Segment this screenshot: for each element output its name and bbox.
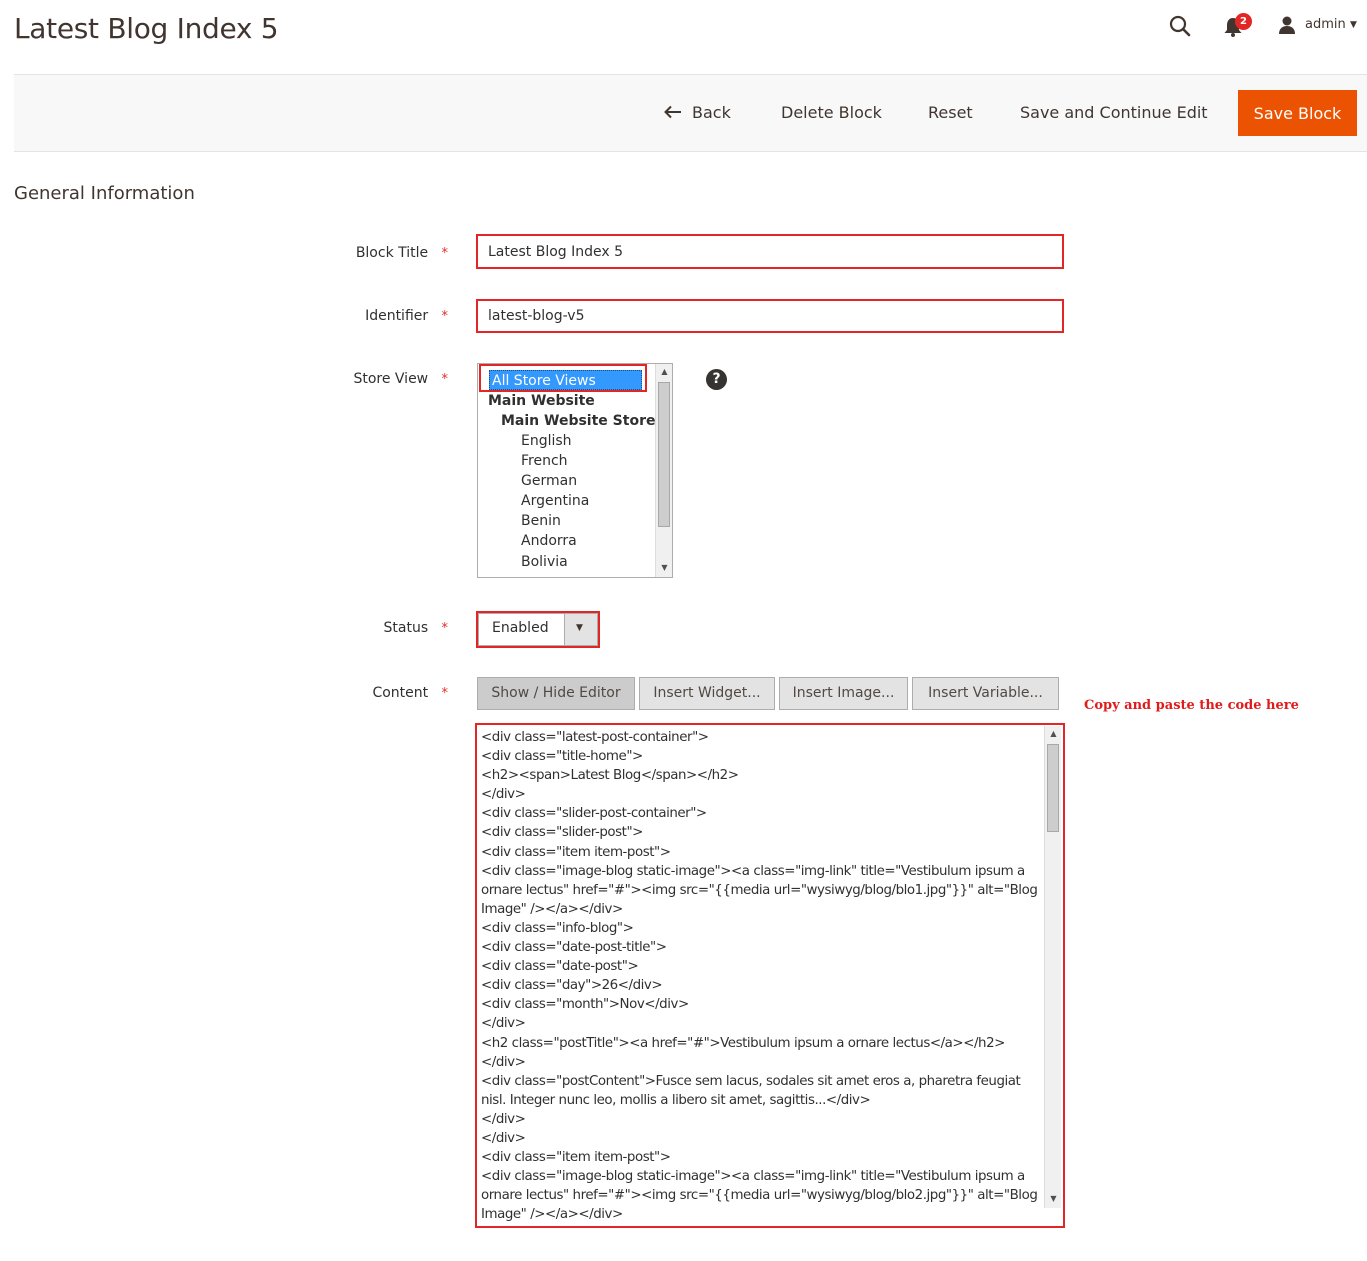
scroll-down-icon[interactable]: ▼ xyxy=(656,561,672,575)
code-line: <div class="item item-post"> xyxy=(481,1150,671,1166)
scroll-up-icon[interactable]: ▲ xyxy=(1045,727,1062,741)
block-title-label-text: Block Title xyxy=(355,245,429,261)
search-icon[interactable] xyxy=(1168,14,1192,38)
store-view-label: Store View * xyxy=(248,371,448,387)
code-line: <div class="day">26</div> xyxy=(481,978,663,994)
code-line: </div> xyxy=(481,1016,526,1032)
required-marker: * xyxy=(441,246,449,261)
required-marker: * xyxy=(441,621,449,636)
code-line: <h2><span>Latest Blog</span></h2> xyxy=(481,768,739,784)
store-option-english[interactable]: English xyxy=(521,431,572,451)
insert-variable-button[interactable]: Insert Variable... xyxy=(912,677,1059,710)
required-marker: * xyxy=(441,372,449,387)
scroll-thumb[interactable] xyxy=(1047,744,1059,832)
code-line: <div class="item item-post"> xyxy=(481,844,671,860)
store-option-main-website-store[interactable]: Main Website Store xyxy=(501,411,655,431)
store-option-andorra[interactable]: Andorra xyxy=(521,531,577,551)
page-title: Latest Blog Index 5 xyxy=(14,12,279,45)
code-line: </div> xyxy=(481,1111,526,1127)
delete-block-button[interactable]: Delete Block xyxy=(781,90,882,136)
code-line: <h2 class="postTitle"><a href="#">Vestib… xyxy=(481,1035,1005,1051)
content-scrollbar[interactable]: ▲ ▼ xyxy=(1044,726,1061,1208)
notification-count-badge[interactable]: 2 xyxy=(1235,13,1252,30)
save-block-button[interactable]: Save Block xyxy=(1238,90,1357,136)
code-line: Image" /></a></div> xyxy=(481,901,623,917)
code-line: <div class="image-blog static-image"><a … xyxy=(481,863,1025,879)
code-line: <div class="image-blog static-image"><a … xyxy=(481,1169,1025,1185)
chevron-down-icon[interactable]: ▼ xyxy=(1350,20,1357,30)
status-select-value[interactable]: Enabled xyxy=(492,620,549,636)
save-and-continue-button[interactable]: Save and Continue Edit xyxy=(1020,90,1208,136)
store-option-french[interactable]: French xyxy=(521,451,568,471)
identifier-label: Identifier * xyxy=(248,308,448,324)
store-list-scrollbar[interactable]: ▲ ▼ xyxy=(655,364,672,577)
block-title-input[interactable] xyxy=(476,234,1064,269)
code-line: <div class="latest-post-container"> xyxy=(481,730,709,745)
code-line: </div> xyxy=(481,787,526,803)
reset-button[interactable]: Reset xyxy=(928,90,973,136)
code-line: </div> xyxy=(481,1130,526,1146)
code-line: <div class="date-post"> xyxy=(481,959,639,975)
store-option-main-website[interactable]: Main Website xyxy=(488,391,595,411)
required-marker: * xyxy=(441,686,449,701)
user-name[interactable]: admin xyxy=(1305,17,1346,32)
back-button-label: Back xyxy=(692,103,731,122)
store-view-multiselect[interactable]: Main Website Main Website Store English … xyxy=(477,363,673,578)
help-icon[interactable]: ? xyxy=(706,369,727,390)
content-label-text: Content xyxy=(372,685,429,701)
insert-image-button[interactable]: Insert Image... xyxy=(779,677,908,710)
content-label: Content * xyxy=(248,685,448,701)
back-button[interactable]: Back xyxy=(664,90,731,136)
identifier-input[interactable] xyxy=(476,299,1064,333)
arrow-left-icon xyxy=(664,105,681,119)
code-line: <div class="month">Nov</div> xyxy=(481,997,689,1013)
code-line: <div class="postContent">Fusce sem lacus… xyxy=(481,1073,1021,1089)
store-option-benin[interactable]: Benin xyxy=(521,511,561,531)
status-label-text: Status xyxy=(383,620,429,636)
identifier-label-text: Identifier xyxy=(365,308,429,324)
caret-down-icon[interactable]: ▼ xyxy=(576,623,583,633)
user-icon[interactable] xyxy=(1277,15,1297,35)
store-option-bolivia[interactable]: Bolivia xyxy=(521,552,568,572)
code-line: <div class="slider-post"> xyxy=(481,825,643,841)
section-title: General Information xyxy=(14,183,195,204)
annotation-note: Copy and paste the code here xyxy=(1084,698,1299,713)
code-line: nisl. Integer nunc leo, mollis a libero … xyxy=(481,1092,871,1108)
code-line: <div class="info-blog"> xyxy=(481,920,634,936)
required-marker: * xyxy=(441,309,449,324)
code-line: <div class="slider-post-container"> xyxy=(481,806,707,822)
scroll-up-icon[interactable]: ▲ xyxy=(656,365,672,379)
code-line: ornare lectus" href="#"><img src="{{medi… xyxy=(481,882,1038,898)
code-line: </div> xyxy=(481,1054,526,1070)
block-title-label: Block Title * xyxy=(248,245,448,261)
store-view-label-text: Store View xyxy=(353,371,429,387)
code-line: <div class="title-home"> xyxy=(481,749,643,765)
scroll-thumb[interactable] xyxy=(658,382,670,527)
store-option-all-store-views[interactable]: All Store Views xyxy=(489,370,642,390)
show-hide-editor-button[interactable]: Show / Hide Editor xyxy=(477,677,635,710)
code-line: Image" /></a></div> xyxy=(481,1207,623,1223)
code-line: ornare lectus" href="#"><img src="{{medi… xyxy=(481,1188,1038,1204)
status-label: Status * xyxy=(248,620,448,636)
content-textarea[interactable]: <div class="latest-post-container"> <div … xyxy=(478,727,1043,1224)
code-line: <div class="date-post-title"> xyxy=(481,940,667,956)
scroll-down-icon[interactable]: ▼ xyxy=(1045,1192,1062,1206)
insert-widget-button[interactable]: Insert Widget... xyxy=(639,677,775,710)
store-option-argentina[interactable]: Argentina xyxy=(521,491,589,511)
store-option-german[interactable]: German xyxy=(521,471,577,491)
